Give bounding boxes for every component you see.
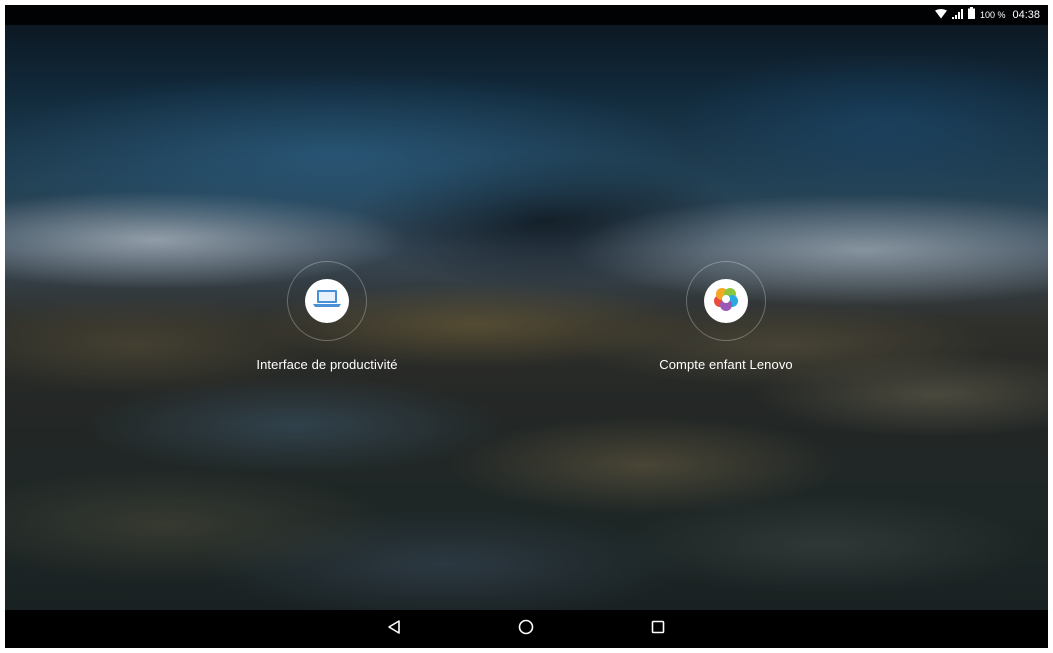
productivity-icon-disc[interactable] <box>305 279 349 323</box>
clock: 04:38 <box>1012 9 1040 21</box>
tablet-screen: 100 % 04:38 Interface de productivité Co… <box>5 5 1048 648</box>
recents-square-icon <box>650 619 666 640</box>
wifi-icon <box>934 6 947 24</box>
status-bar: 100 % 04:38 <box>5 5 1048 25</box>
home-circle-icon <box>518 619 534 640</box>
laptop-icon <box>312 289 342 314</box>
productivity-icon-ring[interactable] <box>287 261 367 341</box>
kids-account-label[interactable]: Compte enfant Lenovo <box>626 357 826 372</box>
kids-account-option[interactable]: Compte enfant Lenovo <box>626 261 826 372</box>
back-triangle-icon <box>386 619 402 640</box>
status-icons: 100 % 04:38 <box>934 5 1040 25</box>
cell-signal-icon <box>951 6 963 24</box>
recents-button[interactable] <box>645 617 671 641</box>
back-button[interactable] <box>381 617 407 641</box>
kids-icon-disc[interactable] <box>704 279 748 323</box>
battery-icon <box>967 6 975 24</box>
kids-account-logo-icon <box>711 286 741 317</box>
navigation-bar <box>5 610 1048 648</box>
battery-percentage: 100 % <box>979 10 1006 20</box>
productivity-interface-option[interactable]: Interface de productivité <box>227 261 427 372</box>
home-button[interactable] <box>513 617 539 641</box>
productivity-interface-label[interactable]: Interface de productivité <box>227 357 427 372</box>
wallpaper-dim-overlay <box>5 5 1048 648</box>
kids-icon-ring[interactable] <box>686 261 766 341</box>
